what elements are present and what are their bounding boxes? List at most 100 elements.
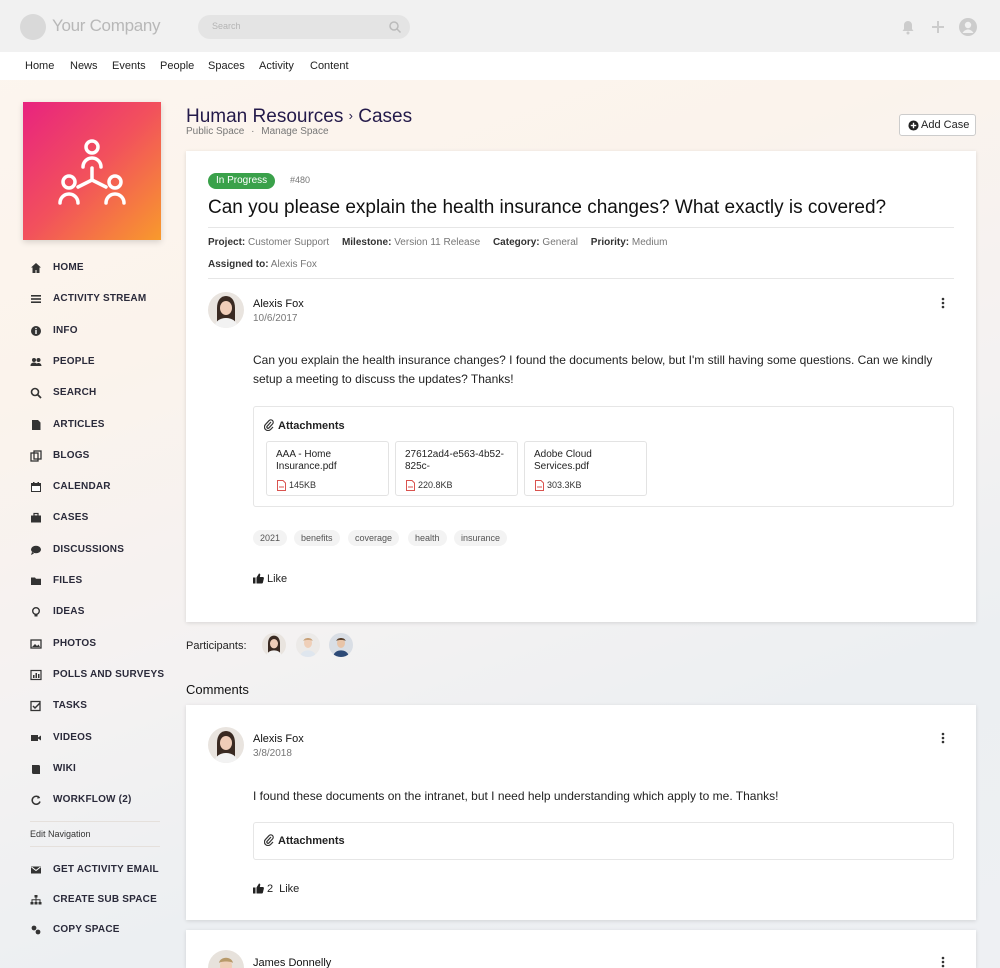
comment-author[interactable]: James Donnelly [253,957,331,968]
public-space-link[interactable]: Public Space [186,126,244,137]
sidebar-item-info[interactable]: INFO [30,322,180,342]
sidebar-item-tasks[interactable]: TASKS [30,697,180,717]
attachments-panel: Attachments AAA - Home Insurance.pdf 145… [253,406,954,507]
photo-icon [30,638,42,649]
attachment-file[interactable]: AAA - Home Insurance.pdf 145KB [266,441,389,496]
more-options-icon[interactable] [940,955,946,968]
company-name[interactable]: Your Company [52,16,161,36]
sidebar-item-label: GET ACTIVITY EMAIL [53,864,159,875]
sidebar-item-blogs[interactable]: BLOGS [30,447,180,467]
avatar[interactable] [208,292,244,328]
search-input[interactable]: Search [198,15,410,39]
sidebar-item-wiki[interactable]: WIKI [30,760,180,780]
sidebar-item-label: DISCUSSIONS [53,543,125,555]
tag-health[interactable]: health [408,530,447,546]
more-options-icon[interactable] [940,731,946,745]
nav-news[interactable]: News [70,60,98,72]
attachments-title: Attachments [264,834,345,847]
tag-2021[interactable]: 2021 [253,530,288,546]
link-separator: · [251,126,255,137]
breadcrumb-section[interactable]: Cases [358,106,412,127]
case-card: In Progress #480 Can you please explain … [186,151,976,622]
sidebar-item-label: SEARCH [53,387,97,399]
plus-circle-icon [908,120,919,131]
comment-author[interactable]: Alexis Fox [253,733,304,745]
sidebar-item-label: CREATE SUB SPACE [53,894,157,905]
user-profile-icon[interactable] [958,17,978,37]
sidebar-item-calendar[interactable]: CALENDAR [30,478,180,498]
nav-content[interactable]: Content [310,60,349,72]
avatar[interactable] [208,727,244,763]
calendar-icon [31,482,41,493]
sidebar-item-copy-space[interactable]: COPY SPACE [30,921,180,941]
nav-people[interactable]: People [160,60,194,72]
company-logo-icon[interactable] [20,14,46,40]
sidebar-item-get-activity-email[interactable]: GET ACTIVITY EMAIL [30,861,180,881]
participants-label: Participants: [186,640,247,652]
nav-spaces[interactable]: Spaces [208,60,245,72]
tag-coverage[interactable]: coverage [348,530,400,546]
participant-avatar[interactable] [262,633,286,657]
post-author[interactable]: Alexis Fox [253,298,304,310]
comments-heading: Comments [186,682,249,697]
sidebar-item-activity-stream[interactable]: ACTIVITY STREAM [30,290,180,310]
participant-avatar[interactable] [296,633,320,657]
sidebar-item-label: HOME [53,262,84,273]
sidebar-item-search[interactable]: SEARCH [30,384,180,404]
sidebar-item-files[interactable]: FILES [30,572,180,592]
space-links: Public Space · Manage Space [186,126,329,137]
thumbs-up-icon [253,573,264,584]
manage-space-link[interactable]: Manage Space [261,126,328,137]
sidebar-item-videos[interactable]: VIDEOS [30,729,180,749]
sidebar-item-label: WIKI [53,762,77,774]
sidebar-item-discussions[interactable]: DISCUSSIONS [30,541,180,561]
sidebar-item-people[interactable]: PEOPLE [30,353,180,373]
search-icon[interactable] [388,20,402,34]
assigned-value[interactable]: Alexis Fox [271,259,317,270]
sidebar-item-home[interactable]: HOME [30,259,180,279]
add-case-button[interactable]: Add Case [899,114,976,136]
milestone-value[interactable]: Version 11 Release [394,237,480,248]
sidebar-item-label: ARTICLES [53,418,105,430]
like-button[interactable]: 2 Like [253,883,299,895]
sidebar-item-ideas[interactable]: IDEAS [30,603,180,623]
sidebar-item-cases[interactable]: CASES [30,509,180,529]
sidebar-item-photos[interactable]: PHOTOS [30,635,180,655]
tag-insurance[interactable]: insurance [454,530,508,546]
pdf-file-icon [535,480,544,491]
space-logo[interactable] [23,102,161,240]
sidebar-item-workflow-2[interactable]: WORKFLOW (2) [30,791,180,811]
book-icon [32,764,40,774]
lightbulb-icon [32,607,40,617]
sidebar-item-polls-and-surveys[interactable]: POLLS AND SURVEYS [30,666,180,686]
more-options-icon[interactable] [940,296,946,310]
bell-icon[interactable] [899,18,917,36]
sidebar-item-label: INFO [53,324,78,336]
sidebar-item-create-sub-space[interactable]: CREATE SUB SPACE [30,891,180,911]
attachment-file[interactable]: Adobe Cloud Services.pdf 303.3KB [524,441,647,496]
copy-icon [31,925,41,935]
nav-events[interactable]: Events [112,60,146,72]
main-navigation: Home News Events People Spaces Activity … [0,52,1000,80]
project-value[interactable]: Customer Support [248,237,329,248]
sidebar-item-label: IDEAS [53,606,85,618]
breadcrumb-separator: › [348,108,353,123]
attachment-file[interactable]: 27612ad4-e563-4b52-825c- 220.8KB [395,441,518,496]
breadcrumb-space[interactable]: Human Resources [186,106,343,127]
participant-avatar[interactable] [329,633,353,657]
edit-navigation-link[interactable]: Edit Navigation [30,829,91,839]
case-meta: Project: Customer Support Milestone: Ver… [208,237,677,248]
attachments-panel: Attachments [253,822,954,860]
like-button[interactable]: Like [253,573,287,585]
tag-benefits[interactable]: benefits [294,530,340,546]
comment-body: I found these documents on the intranet,… [253,789,779,803]
avatar[interactable] [208,950,244,968]
search-placeholder: Search [212,21,241,31]
nav-activity[interactable]: Activity [259,60,294,72]
sidebar-item-label: PHOTOS [53,637,97,649]
plus-icon[interactable] [929,18,947,36]
sidebar-divider [30,821,160,822]
nav-home[interactable]: Home [25,60,54,72]
sidebar-item-label: PEOPLE [53,355,95,367]
sidebar-item-articles[interactable]: ARTICLES [30,416,180,436]
